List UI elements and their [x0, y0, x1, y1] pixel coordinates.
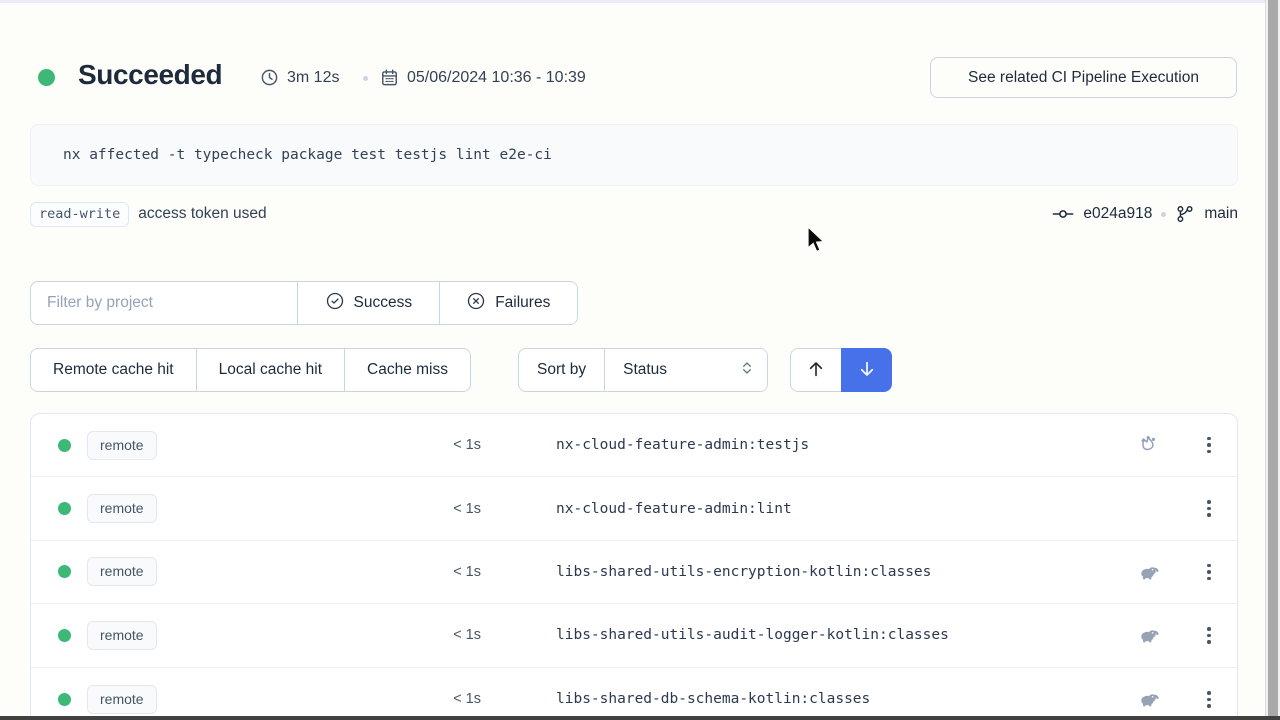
task-duration: < 1s: [421, 627, 481, 643]
task-duration: < 1s: [421, 564, 481, 580]
run-date: 05/06/2024 10:36 - 10:39: [380, 68, 586, 87]
filter-bar: Success Failures: [30, 281, 578, 325]
task-name[interactable]: libs-shared-utils-encryption-kotlin:clas…: [556, 564, 931, 580]
sort-bar: Sort by Status: [518, 348, 768, 392]
cache-source-badge: remote: [87, 431, 157, 460]
vcs-info: e024a918 main: [1052, 204, 1238, 224]
row-menu-button[interactable]: [1195, 495, 1223, 523]
task-status-dot: [58, 502, 71, 515]
filter-failures-label: Failures: [495, 294, 550, 312]
page-title: Succeeded: [78, 59, 222, 91]
task-list: remote < 1s nx-cloud-feature-admin:testj…: [30, 413, 1238, 720]
commit-icon: [1052, 207, 1074, 221]
task-row[interactable]: remote < 1s libs-shared-utils-encryption…: [31, 541, 1237, 604]
task-name[interactable]: libs-shared-utils-audit-logger-kotlin:cl…: [556, 627, 949, 643]
sort-field-select[interactable]: Status: [605, 349, 767, 391]
task-duration: < 1s: [421, 691, 481, 707]
x-circle-icon: [466, 291, 486, 316]
task-duration: < 1s: [421, 501, 481, 517]
date-range-text: 05/06/2024 10:36 - 10:39: [407, 69, 586, 87]
sort-by-label: Sort by: [519, 349, 605, 391]
gradle-icon: [1135, 558, 1163, 586]
gradle-icon: [1135, 685, 1163, 713]
cache-miss-button[interactable]: Cache miss: [345, 349, 470, 391]
duration-text: 3m 12s: [287, 69, 339, 87]
run-status-dot: [38, 69, 55, 86]
cache-source-badge: remote: [87, 557, 157, 586]
task-status-dot: [58, 565, 71, 578]
command-block: nx affected -t typecheck package test te…: [30, 124, 1238, 186]
task-name[interactable]: nx-cloud-feature-admin:lint: [556, 501, 792, 517]
task-name[interactable]: libs-shared-db-schema-kotlin:classes: [556, 691, 870, 707]
arrow-down-icon: [856, 358, 878, 383]
task-status-dot: [58, 439, 71, 452]
filter-failures-button[interactable]: Failures: [440, 282, 577, 324]
separator-dot: [1161, 212, 1166, 217]
branch-name[interactable]: main: [1204, 205, 1238, 223]
arrow-up-icon: [805, 358, 827, 383]
sort-selected-value: Status: [623, 361, 667, 379]
branch-icon: [1175, 204, 1195, 224]
task-status-dot: [58, 629, 71, 642]
task-row[interactable]: remote < 1s nx-cloud-feature-admin:lint: [31, 477, 1237, 540]
filter-success-button[interactable]: Success: [298, 282, 439, 324]
row-menu-button[interactable]: [1195, 685, 1223, 713]
top-divider: [0, 0, 1280, 3]
cache-source-badge: remote: [87, 621, 157, 650]
chevron-updown-icon: [739, 360, 755, 381]
separator-dot: [363, 76, 368, 81]
sort-ascending-button[interactable]: [790, 348, 841, 392]
see-related-pipeline-button[interactable]: See related CI Pipeline Execution: [930, 57, 1237, 98]
clock-icon: [260, 68, 279, 87]
task-status-dot: [58, 693, 71, 706]
row-menu-button[interactable]: [1195, 621, 1223, 649]
bottom-window-edge: [0, 716, 1280, 720]
command-text: nx affected -t typecheck package test te…: [63, 147, 552, 163]
access-token-info: read-write access token used: [30, 202, 267, 227]
mouse-cursor: [806, 226, 828, 261]
gradle-icon: [1135, 621, 1163, 649]
local-cache-hit-button[interactable]: Local cache hit: [197, 349, 345, 391]
row-menu-button[interactable]: [1195, 431, 1223, 459]
commit-hash[interactable]: e024a918: [1083, 205, 1152, 223]
run-details-page: Succeeded 3m 12s 05/06/2024 10:36 - 10:3…: [0, 0, 1280, 720]
remote-cache-hit-button[interactable]: Remote cache hit: [31, 349, 197, 391]
cache-source-badge: remote: [87, 494, 157, 523]
token-row: read-write access token used e024a918 ma…: [30, 200, 1238, 228]
task-name[interactable]: nx-cloud-feature-admin:testjs: [556, 437, 809, 453]
scrollbar-thumb[interactable]: [1268, 0, 1278, 716]
sort-direction-toggle: [790, 348, 892, 392]
check-circle-icon: [325, 291, 345, 316]
jest-icon: [1135, 431, 1163, 459]
vertical-scrollbar[interactable]: [1265, 0, 1280, 720]
sort-descending-button[interactable]: [841, 348, 892, 392]
run-duration: 3m 12s: [260, 68, 339, 87]
cache-filter-bar: Remote cache hit Local cache hit Cache m…: [30, 348, 471, 392]
filter-success-label: Success: [354, 294, 413, 312]
calendar-icon: [380, 68, 399, 87]
cache-source-badge: remote: [87, 685, 157, 714]
task-row[interactable]: remote < 1s nx-cloud-feature-admin:testj…: [31, 414, 1237, 477]
token-scope-badge: read-write: [30, 202, 129, 227]
task-row[interactable]: remote < 1s libs-shared-utils-audit-logg…: [31, 604, 1237, 667]
token-label: access token used: [138, 205, 266, 223]
task-row[interactable]: remote < 1s libs-shared-db-schema-kotlin…: [31, 668, 1237, 720]
filter-by-project-input[interactable]: [31, 282, 298, 324]
row-menu-button[interactable]: [1195, 558, 1223, 586]
task-duration: < 1s: [421, 437, 481, 453]
